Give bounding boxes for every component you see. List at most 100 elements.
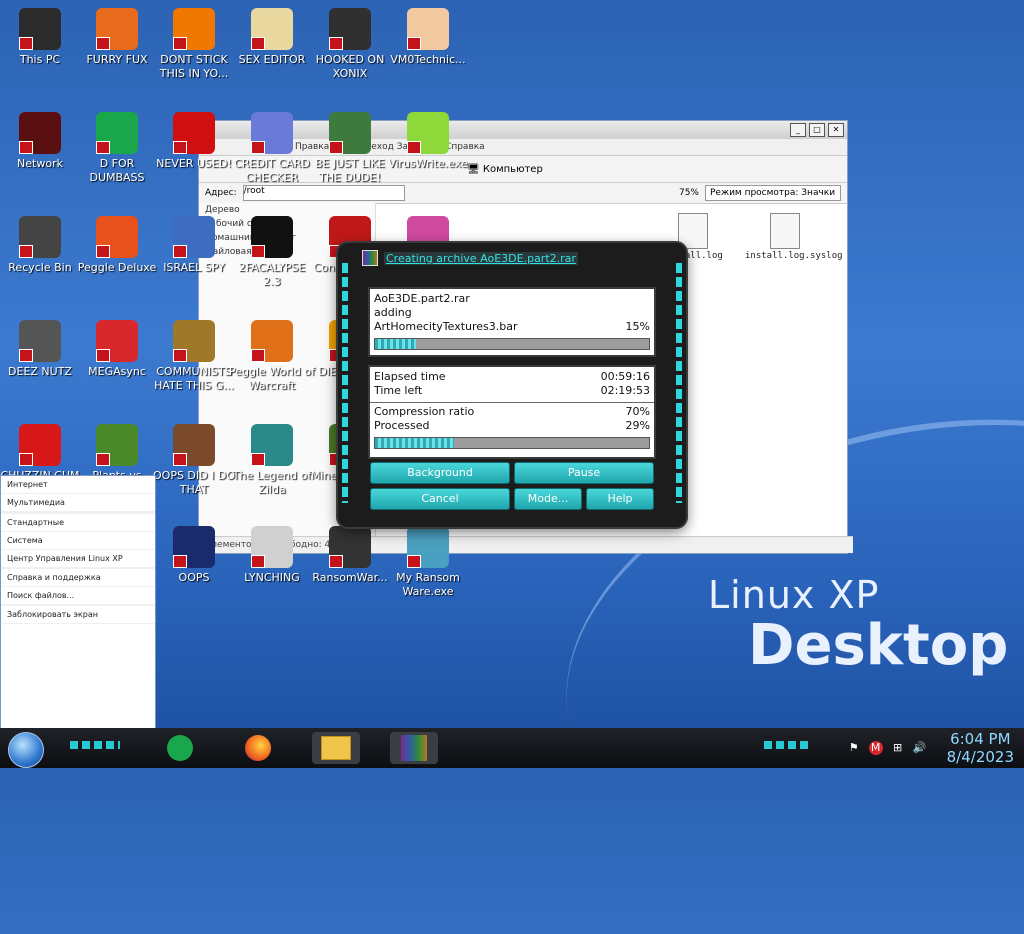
desktop-icon[interactable]: D FOR DUMBASS <box>74 108 160 185</box>
pause-button[interactable]: Pause <box>514 462 654 484</box>
desktop-icon[interactable]: RansomWar... <box>307 522 393 585</box>
shortcut-badge-icon <box>96 349 110 362</box>
plants-icon <box>96 424 138 466</box>
taskbar-deco-right <box>764 741 810 749</box>
start-menu-item[interactable]: Система <box>1 532 155 550</box>
shortcut-badge-icon <box>19 349 33 362</box>
start-menu-item[interactable]: Стандартные <box>1 514 155 532</box>
desktop-icon[interactable]: CREDIT CARD CHECKER <box>229 108 315 185</box>
time-left-label: Time left <box>374 384 423 397</box>
desktop-icon[interactable]: ISRAEL SPY <box>151 212 237 275</box>
shortcut-badge-icon <box>96 245 110 258</box>
chuzzle-icon <box>19 424 61 466</box>
minimize-icon[interactable]: _ <box>790 123 806 137</box>
desktop-icon-label: My Ransom Ware.exe <box>396 571 460 598</box>
current-file: ArtHomecityTextures3.bar <box>374 320 518 333</box>
lime-icon <box>407 112 449 154</box>
view-mode-select[interactable]: Режим просмотра: Значки <box>705 185 841 201</box>
desktop-icon[interactable]: COMMUNISTS HATE THIS G... <box>151 316 237 393</box>
start-menu-item[interactable]: Интернет <box>1 476 155 494</box>
desktop-icon-label: OOPS DID I DO THAT <box>153 469 235 496</box>
background-button[interactable]: Background <box>370 462 510 484</box>
desktop-icon[interactable]: LYNCHING <box>229 522 315 585</box>
shortcut-badge-icon <box>173 555 187 568</box>
stats-panel: Elapsed time 00:59:16 Time left 02:19:53 C… <box>368 365 656 459</box>
desktop-icon[interactable]: SEX EDITOR <box>229 4 315 67</box>
start-menu-item[interactable]: Центр Управления Linux XP <box>1 550 155 568</box>
desktop-icon[interactable]: MEGAsync <box>74 316 160 379</box>
log-file-icon <box>678 213 708 249</box>
archive-name: AoE3DE.part2.rar <box>374 292 470 305</box>
shortcut-badge-icon <box>251 245 265 258</box>
desktop-icon[interactable]: VirusWrite.exe <box>385 108 471 171</box>
file-manager-taskbar-button[interactable] <box>312 732 360 764</box>
start-menu-item[interactable]: Справка и поддержка <box>1 569 155 587</box>
computer-icon <box>19 8 61 50</box>
start-menu-item[interactable]: Заблокировать экран <box>1 606 155 624</box>
desktop-icon-label: CREDIT CARD CHECKER <box>234 157 310 184</box>
start-button[interactable] <box>8 732 44 768</box>
desktop-icon[interactable]: My Ransom Ware.exe <box>385 522 471 599</box>
desktop-icon[interactable]: Peggle World of Warcraft <box>229 316 315 393</box>
file-item[interactable]: install.log.syslog <box>745 213 843 261</box>
desktop-icon[interactable]: HOOKED ON XONIX <box>307 4 393 81</box>
elapsed-label: Elapsed time <box>374 370 446 383</box>
dialog-titlebar[interactable]: Creating archive AoE3DE.part2.rar <box>362 250 578 266</box>
start-menu-items: Интернет Мультимедиа Стандартные Система Цен… <box>1 476 155 624</box>
vlc-cone-icon <box>173 8 215 50</box>
processed-label: Processed <box>374 419 430 432</box>
xonix-game-icon <box>329 8 371 50</box>
desktop-icon[interactable]: DONT STICK THIS IN YO... <box>151 4 237 81</box>
help-button[interactable]: Help <box>586 488 654 510</box>
address-input[interactable]: /root <box>242 185 405 201</box>
desktop-icon-label: MEGAsync <box>88 365 146 378</box>
desktop-icon[interactable]: Network <box>0 108 83 171</box>
desktop-icon[interactable]: NEVER USED! <box>151 108 237 171</box>
doctor-icon <box>407 8 449 50</box>
desktop-icon[interactable]: OOPS DID I DO THAT <box>151 420 237 497</box>
skull-icon <box>329 526 371 568</box>
flag-icon[interactable]: ⚑ <box>847 741 861 755</box>
network-tray-icon[interactable]: ⊞ <box>891 741 905 755</box>
desktop-icon[interactable]: FURRY FUX <box>74 4 160 67</box>
windows-stack-icon <box>19 320 61 362</box>
clock[interactable]: 6:04 PM 8/4/2023 <box>947 730 1014 766</box>
desktop-icon-label: SEX EDITOR <box>238 53 306 66</box>
cancel-button[interactable]: Cancel <box>370 488 510 510</box>
start-menu-item[interactable]: Поиск файлов... <box>1 587 155 605</box>
firefox-taskbar-button[interactable] <box>234 732 282 764</box>
desktop-icon[interactable]: Recycle Bin <box>0 212 83 275</box>
desktop-icon[interactable]: The Legend of Zilda <box>229 420 315 497</box>
desktop-icon[interactable]: DEEZ NUTZ <box>0 316 83 379</box>
green-app-taskbar-button[interactable] <box>156 732 204 764</box>
desktop-icon-label: Network <box>17 157 63 170</box>
log-file-icon <box>770 213 800 249</box>
location-label[interactable]: Компьютер <box>483 164 543 175</box>
desktop-icon[interactable]: VM0Technic... <box>385 4 471 67</box>
time-left-value: 02:19:53 <box>600 384 650 397</box>
volume-icon[interactable]: 🔊 <box>913 741 927 755</box>
desktop-icon[interactable]: 2FACALYPSE 2.3 <box>229 212 315 289</box>
total-progress-bar <box>374 437 650 449</box>
desktop-icon[interactable]: CHUZZIN CUM <box>0 420 83 483</box>
maximize-icon[interactable]: □ <box>809 123 825 137</box>
mega-tray-icon[interactable]: M <box>868 741 883 755</box>
winrar-taskbar-button[interactable] <box>390 732 438 764</box>
mode-button[interactable]: Mode... <box>514 488 582 510</box>
hex-editor-icon <box>251 8 293 50</box>
desktop-icon-label: VirusWrite.exe <box>388 157 468 170</box>
zoom-level[interactable]: 75% <box>679 188 699 198</box>
desktop-icon[interactable]: BE JUST LIKE THE DUDE! <box>307 108 393 185</box>
desktop-icon[interactable]: This PC <box>0 4 83 67</box>
start-menu[interactable]: Интернет Мультимедиа Стандартные Система Цен… <box>0 475 156 733</box>
winrar-progress-dialog[interactable]: Creating archive AoE3DE.part2.rar AoE3DE… <box>338 243 686 527</box>
desktop-icon[interactable]: Peggle Deluxe <box>74 212 160 275</box>
shortcut-badge-icon <box>96 141 110 154</box>
close-icon[interactable]: ✕ <box>828 123 844 137</box>
shortcut-badge-icon <box>407 555 421 568</box>
shortcut-badge-icon <box>251 349 265 362</box>
desktop-icon-label: Peggle Deluxe <box>77 261 157 274</box>
ratio-label: Compression ratio <box>374 405 475 418</box>
start-menu-item[interactable]: Мультимедиа <box>1 494 155 512</box>
desktop-icon[interactable]: OOPS <box>151 522 237 585</box>
